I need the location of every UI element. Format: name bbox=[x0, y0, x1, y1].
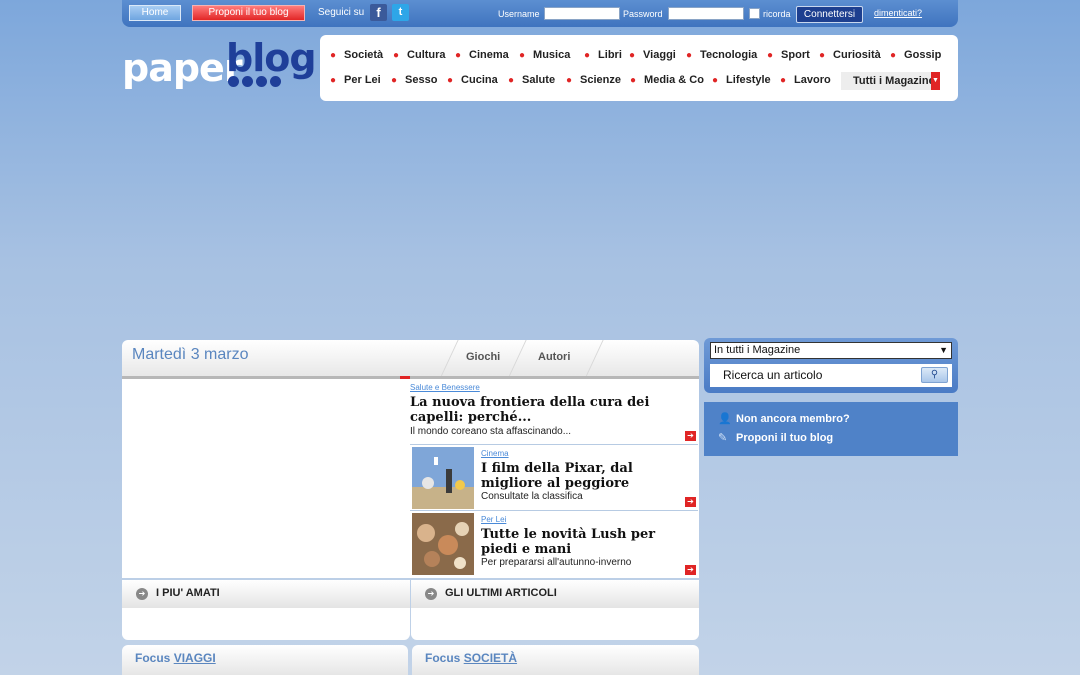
magazine-select[interactable]: In tutti i Magazine ▼ bbox=[710, 342, 952, 359]
nav-item[interactable]: ● Gossip bbox=[890, 46, 941, 65]
nav-item[interactable]: ● Scienze bbox=[566, 71, 621, 90]
nav-item[interactable]: ● Salute bbox=[508, 71, 555, 90]
nav-item[interactable]: ● Cultura bbox=[393, 46, 446, 65]
nav-item[interactable]: ● Cinema bbox=[455, 46, 509, 65]
focus-travel: Focus VIAGGI bbox=[122, 645, 408, 675]
tab-games[interactable]: Giochi bbox=[466, 351, 500, 363]
most-loved-header: ➔ I PIU' AMATI bbox=[122, 580, 410, 608]
article-item[interactable]: Salute e Benessere La nuova frontiera de… bbox=[410, 379, 698, 445]
article-category[interactable]: Salute e Benessere bbox=[410, 383, 480, 392]
tab-authors[interactable]: Autori bbox=[538, 351, 570, 363]
arrow-circle-icon: ➔ bbox=[136, 588, 148, 600]
user-icon: 👤 bbox=[718, 413, 732, 425]
password-input[interactable] bbox=[668, 7, 744, 20]
home-button[interactable]: Home bbox=[129, 5, 181, 21]
logo-dots bbox=[228, 76, 284, 90]
latest-articles-header: ➔ GLI ULTIMI ARTICOLI bbox=[411, 580, 699, 608]
remember-checkbox[interactable] bbox=[749, 8, 760, 19]
all-magazines-dropdown[interactable]: Tutti i Magazine ▼ bbox=[841, 72, 940, 90]
category-nav: ● Società ● Cultura ● Cinema ● Musica ● Libri… bbox=[320, 35, 958, 101]
nav-item[interactable]: ● Per Lei bbox=[330, 71, 381, 90]
page-date: Martedì 3 marzo bbox=[132, 346, 249, 363]
username-input[interactable] bbox=[544, 7, 620, 20]
article-category[interactable]: Per Lei bbox=[481, 515, 506, 524]
article-item[interactable]: Cinema I film della Pixar, dal migliore … bbox=[410, 445, 698, 511]
search-icon[interactable]: ⚲ bbox=[921, 367, 948, 383]
article-subtitle: Per prepararsi all'autunno-inverno bbox=[481, 557, 632, 568]
article-subtitle: Consultate la classifica bbox=[481, 491, 583, 502]
most-loved-label: I PIU' AMATI bbox=[156, 587, 220, 599]
article-thumbnail[interactable] bbox=[412, 513, 474, 575]
latest-articles-label: GLI ULTIMI ARTICOLI bbox=[445, 587, 557, 599]
article-item[interactable]: Per Lei Tutte le novità Lush per piedi e… bbox=[410, 511, 698, 578]
focus-society: Focus SOCIETÀ bbox=[412, 645, 699, 675]
nav-item[interactable]: ● Tecnologia bbox=[686, 46, 757, 65]
top-bar: Home Proponi il tuo blog Seguici su f t … bbox=[122, 0, 958, 27]
nav-item[interactable]: ● Lavoro bbox=[780, 71, 831, 90]
article-subtitle: Il mondo coreano sta affascinando... bbox=[410, 426, 572, 437]
member-panel: 👤 Non ancora membro? ✎ Proponi il tuo blog bbox=[704, 402, 958, 456]
chevron-down-icon: ▼ bbox=[939, 345, 948, 355]
most-loved-list bbox=[122, 608, 410, 640]
nav-item[interactable]: ● Musica bbox=[519, 46, 570, 65]
nav-item[interactable]: ● Media & Co bbox=[630, 71, 704, 90]
featured-area: Salute e Benessere La nuova frontiera de… bbox=[122, 379, 699, 578]
search-panel: In tutti i Magazine ▼ Ricerca un articol… bbox=[704, 338, 958, 393]
nav-item[interactable]: ● Sport bbox=[767, 46, 810, 65]
register-link[interactable]: 👤 Non ancora membro? bbox=[718, 412, 850, 425]
follow-label: Seguici su bbox=[318, 7, 365, 18]
focus-society-link[interactable]: SOCIETÀ bbox=[464, 651, 517, 665]
username-label: Username bbox=[498, 9, 540, 19]
nav-item[interactable]: ● Viaggi bbox=[629, 46, 676, 65]
article-title[interactable]: Tutte le novità Lush per piedi e mani bbox=[481, 527, 695, 557]
nav-item[interactable]: ● Sesso bbox=[391, 71, 437, 90]
logo-text-blog: blog bbox=[226, 36, 317, 80]
article-title[interactable]: I film della Pixar, dal migliore al pegg… bbox=[481, 461, 695, 491]
logo-text-paper: paper bbox=[122, 46, 243, 90]
propose-blog-button[interactable]: Proponi il tuo blog bbox=[192, 5, 305, 21]
propose-blog-link[interactable]: ✎ Proponi il tuo blog bbox=[718, 431, 833, 444]
article-thumbnail[interactable] bbox=[412, 447, 474, 509]
search-input[interactable]: Ricerca un articolo ⚲ bbox=[710, 364, 952, 387]
twitter-icon[interactable]: t bbox=[392, 4, 409, 21]
remember-label: ricorda bbox=[763, 9, 791, 19]
arrow-right-icon[interactable]: ➔ bbox=[685, 431, 696, 441]
nav-item[interactable]: ● Lifestyle bbox=[712, 71, 771, 90]
nav-item[interactable]: ● Cucina bbox=[447, 71, 498, 90]
latest-articles-list bbox=[411, 608, 699, 640]
nav-item[interactable]: ● Libri bbox=[584, 46, 622, 65]
arrow-right-icon[interactable]: ➔ bbox=[685, 565, 696, 575]
chevron-down-icon: ▼ bbox=[931, 72, 940, 90]
article-title[interactable]: La nuova frontiera della cura dei capell… bbox=[410, 395, 690, 425]
paperblog-logo[interactable]: paper blog bbox=[122, 36, 317, 98]
main-header: Martedì 3 marzo Giochi Autori bbox=[122, 340, 699, 377]
pencil-icon: ✎ bbox=[718, 432, 728, 444]
article-category[interactable]: Cinema bbox=[481, 449, 509, 458]
connect-button[interactable]: Connettersi bbox=[796, 6, 863, 23]
password-label: Password bbox=[623, 9, 663, 19]
nav-item[interactable]: ● Società bbox=[330, 46, 383, 65]
facebook-icon[interactable]: f bbox=[370, 4, 387, 21]
nav-item[interactable]: ● Curiosità bbox=[819, 46, 881, 65]
forgot-password-link[interactable]: dimenticati? bbox=[874, 8, 922, 18]
arrow-circle-icon: ➔ bbox=[425, 588, 437, 600]
nav-row-1: ● Società ● Cultura ● Cinema ● Musica ● Libri… bbox=[320, 46, 958, 64]
focus-travel-link[interactable]: VIAGGI bbox=[174, 651, 216, 665]
arrow-right-icon[interactable]: ➔ bbox=[685, 497, 696, 507]
